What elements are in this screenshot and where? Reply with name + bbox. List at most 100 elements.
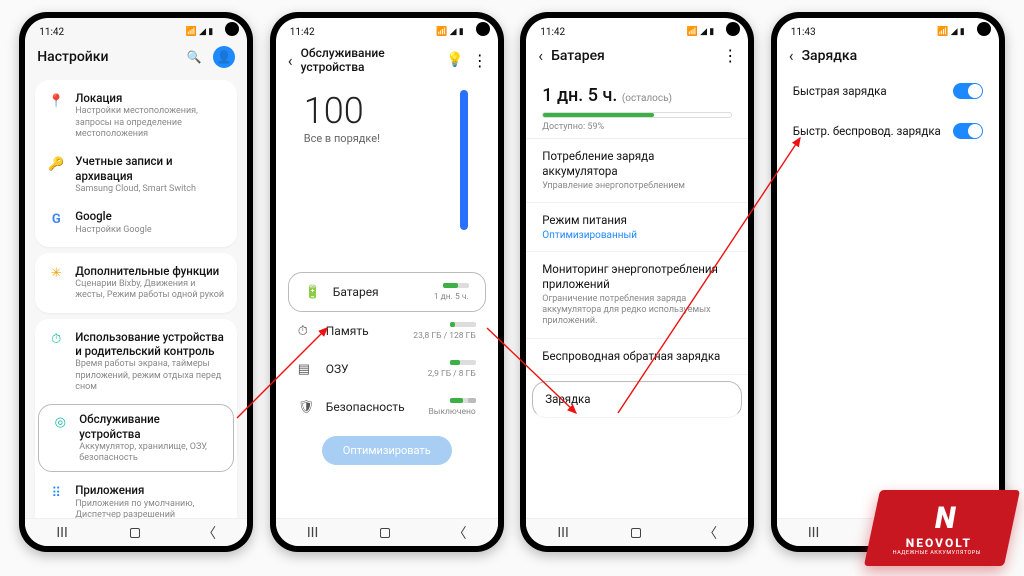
toggle-fast-wireless[interactable]: Быстр. беспровод. зарядка [777, 111, 999, 151]
wellbeing-icon: ⏱ [47, 331, 65, 349]
battery-content: 1 дн. 5 ч. (осталось) Доступно: 59% Потр… [526, 71, 748, 518]
row-reverse-charge[interactable]: Беспроводная обратная зарядка [526, 339, 748, 375]
nav-recents[interactable]: III [307, 525, 318, 541]
battery-bar [542, 112, 732, 118]
row-storage[interactable]: ⏱ Память 23,8 ГБ / 128 ГБ [282, 312, 492, 350]
more-icon[interactable]: ⋮ [472, 51, 486, 70]
statusbar: 11:42 📶 ◢ ▮ [25, 18, 247, 42]
search-icon[interactable]: 🔍 [183, 46, 205, 68]
row-power-mode[interactable]: Режим питанияОптимизированный [526, 203, 748, 252]
row-accounts[interactable]: 🔑Учетные записи и архивацияSamsung Cloud… [35, 147, 237, 202]
row-advanced[interactable]: ✳Дополнительные функцииСценарии Bixby, Д… [35, 257, 237, 309]
settings-card: ✳Дополнительные функцииСценарии Bixby, Д… [35, 253, 237, 313]
clock: 11:42 [290, 27, 315, 38]
nav-home[interactable] [631, 528, 641, 538]
battery-bar-fill [543, 113, 654, 117]
phone-4: 11:43 📶 ◢ ▮ ‹ Зарядка Быстрая зарядка Бы… [771, 12, 1005, 552]
score-area: 100 Все в порядке! [282, 80, 492, 236]
header: ‹ Обслуживание устройства 💡 ⋮ [276, 42, 498, 80]
toggle-switch[interactable] [953, 83, 983, 99]
charging-content: Быстрая зарядка Быстр. беспровод. зарядк… [777, 71, 999, 518]
toggle-fast-charging[interactable]: Быстрая зарядка [777, 71, 999, 111]
nav-recents[interactable]: III [557, 525, 568, 541]
battery-summary: 1 дн. 5 ч. (осталось) Доступно: 59% [526, 71, 748, 139]
device-care-icon: ◎ [51, 413, 69, 431]
profile-icon[interactable]: 👤 [213, 46, 235, 68]
statusbar: 11:42 📶 ◢ ▮ [526, 18, 748, 42]
screen-4: 11:43 📶 ◢ ▮ ‹ Зарядка Быстрая зарядка Бы… [777, 18, 999, 546]
more-icon[interactable]: ⋮ [722, 46, 736, 65]
statusbar: 11:42 📶 ◢ ▮ [276, 18, 498, 42]
camera-notch [977, 22, 991, 36]
back-icon[interactable]: ‹ [288, 51, 293, 70]
score-bar [460, 90, 468, 230]
back-icon[interactable]: ‹ [789, 46, 794, 65]
storage-icon: ⏱ [298, 324, 314, 339]
nav-home[interactable] [130, 528, 140, 538]
phone-2: 11:42 📶 ◢ ▮ ‹ Обслуживание устройства 💡 … [270, 12, 504, 552]
settings-card: ⏱Использование устройства и родительский… [35, 319, 237, 518]
status-icons: 📶 ◢ ▮ [186, 27, 214, 37]
row-google[interactable]: GGoogleНастройки Google [35, 202, 237, 243]
statusbar: 11:43 📶 ◢ ▮ [777, 18, 999, 42]
settings-card: 📍ЛокацияНастройки местоположения, запрос… [35, 80, 237, 247]
row-charging[interactable]: Зарядка [532, 381, 742, 418]
navbar: III 〈 [276, 518, 498, 546]
ram-icon: ▤ [298, 362, 314, 377]
device-care-content: 100 Все в порядке! 🔋 Батарея 1 дн. 5 ч. … [276, 80, 498, 518]
row-usage[interactable]: Потребление заряда аккумулятораУправлени… [526, 139, 748, 203]
row-device-care[interactable]: ◎Обслуживание устройстваАккумулятор, хра… [38, 404, 234, 472]
page-title: Батарея [551, 48, 714, 64]
nav-home[interactable] [380, 528, 390, 538]
location-icon: 📍 [47, 92, 65, 110]
row-wellbeing[interactable]: ⏱Использование устройства и родительский… [35, 323, 237, 401]
shield-icon: 🛡 [298, 400, 314, 415]
nav-recents[interactable]: III [56, 525, 67, 541]
status-icons: 📶 ◢ ▮ [937, 27, 965, 37]
google-icon: G [47, 210, 65, 228]
apps-icon: ⠿ [47, 484, 65, 502]
clock: 11:42 [540, 27, 565, 38]
logo-sub: НАДЕЖНЫЕ АККУМУЛЯТОРЫ [893, 550, 981, 556]
nav-recents[interactable]: III [808, 525, 819, 541]
back-icon[interactable]: ‹ [538, 46, 543, 65]
screen-1: 11:42 📶 ◢ ▮ Настройки 🔍 👤 📍ЛокацияНастро… [25, 18, 247, 546]
toggle-switch[interactable] [953, 123, 983, 139]
optimize-button[interactable]: Оптимизировать [322, 436, 452, 465]
settings-list: 📍ЛокацияНастройки местоположения, запрос… [25, 74, 247, 518]
neovolt-logo: N NEOVOLT НАДЕЖНЫЕ АККУМУЛЯТОРЫ [872, 490, 1012, 566]
phone-3: 11:42 📶 ◢ ▮ ‹ Батарея ⋮ 1 дн. 5 ч. (оста… [520, 12, 754, 552]
status-icons: 📶 ◢ ▮ [687, 27, 715, 37]
status-icons: 📶 ◢ ▮ [436, 27, 464, 37]
advanced-icon: ✳ [47, 265, 65, 283]
nav-back[interactable]: 〈 [453, 523, 467, 543]
page-title: Зарядка [802, 48, 987, 64]
screen-3: 11:42 📶 ◢ ▮ ‹ Батарея ⋮ 1 дн. 5 ч. (оста… [526, 18, 748, 546]
page-title: Обслуживание устройства [301, 46, 439, 74]
score-sub: Все в порядке! [304, 132, 460, 145]
phones-row: 11:42 📶 ◢ ▮ Настройки 🔍 👤 📍ЛокацияНастро… [0, 0, 1024, 564]
nav-back[interactable]: 〈 [202, 523, 216, 543]
nav-back[interactable]: 〈 [703, 523, 717, 543]
row-ram[interactable]: ▤ ОЗУ 2,9 ГБ / 8 ГБ [282, 350, 492, 388]
key-icon: 🔑 [47, 155, 65, 173]
clock: 11:42 [39, 27, 64, 38]
battery-avail: Доступно: 59% [542, 122, 732, 132]
navbar: III 〈 [25, 518, 247, 546]
header: ‹ Батарея ⋮ [526, 42, 748, 71]
camera-notch [476, 22, 490, 36]
battery-time: 1 дн. 5 ч. (осталось) [542, 85, 732, 106]
clock: 11:43 [791, 27, 816, 38]
bulb-icon[interactable]: 💡 [446, 52, 463, 68]
score-bar-fill [460, 90, 468, 230]
logo-mark: N [935, 501, 952, 536]
score-value: 100 [304, 90, 460, 132]
phone-1: 11:42 📶 ◢ ▮ Настройки 🔍 👤 📍ЛокацияНастро… [19, 12, 253, 552]
row-apps[interactable]: ⠿ПриложенияПриложения по умолчанию, Дисп… [35, 476, 237, 518]
row-monitoring[interactable]: Мониторинг энергопотребления приложенийО… [526, 252, 748, 339]
row-security[interactable]: 🛡 Безопасность Выключено [282, 388, 492, 426]
page-title: Настройки [37, 49, 175, 65]
row-battery[interactable]: 🔋 Батарея 1 дн. 5 ч. [288, 272, 486, 312]
row-location[interactable]: 📍ЛокацияНастройки местоположения, запрос… [35, 84, 237, 147]
navbar: III 〈 [526, 518, 748, 546]
